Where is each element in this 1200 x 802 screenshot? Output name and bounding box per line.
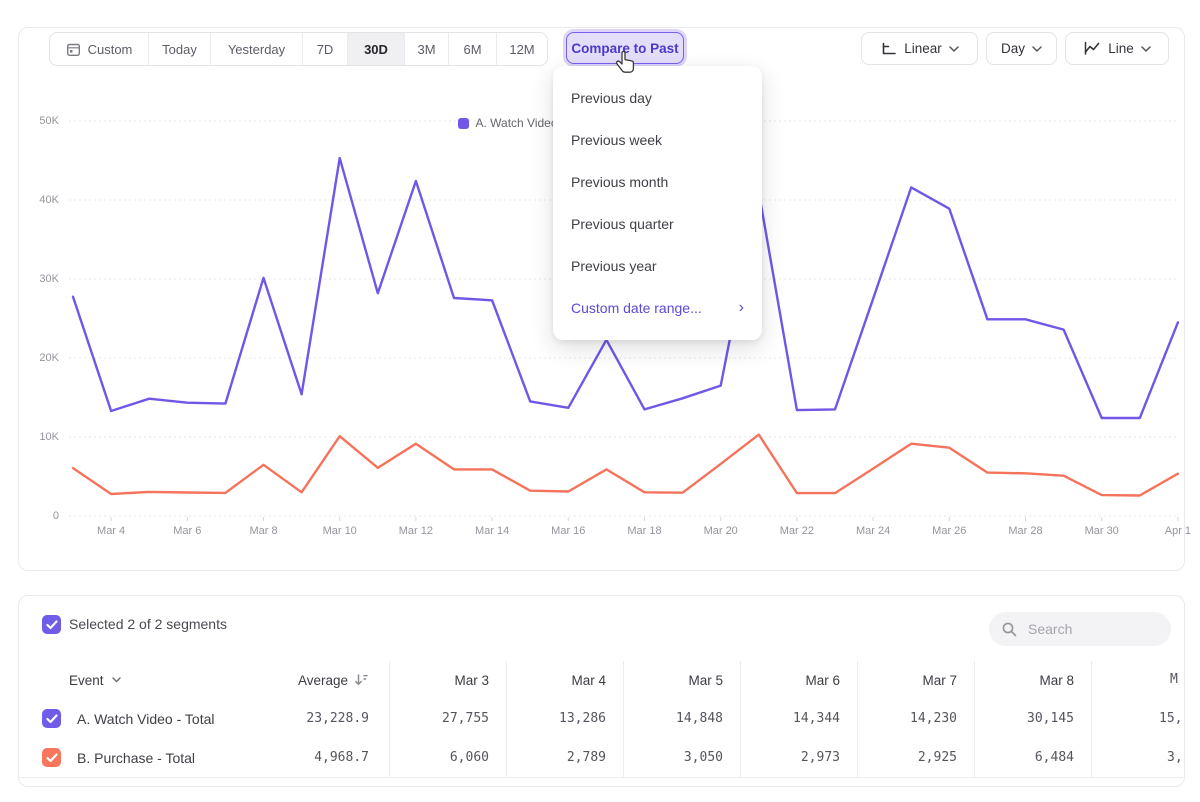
x-tick-label: Mar 4 xyxy=(84,525,138,537)
average-column-header[interactable]: Average xyxy=(241,673,389,688)
day-value: 2,925 xyxy=(918,750,957,765)
day-column-header[interactable]: Mar 3 xyxy=(389,661,506,699)
segments-table: Event Average Mar 3Mar 4Mar 5Mar 6Mar 7M… xyxy=(19,661,1185,777)
menu-item-previous-month[interactable]: Previous month xyxy=(553,161,762,203)
table-bottom-divider xyxy=(19,777,1185,778)
chevron-right-icon: › xyxy=(739,300,744,316)
segment-label: B. Purchase - Total xyxy=(77,750,195,766)
y-tick-label: 10K xyxy=(25,430,59,444)
x-tick-label: Mar 14 xyxy=(465,525,519,537)
day-value: 2,973 xyxy=(801,750,840,765)
y-tick-label: 30K xyxy=(25,272,59,286)
day-value: 27,755 xyxy=(442,711,489,726)
search-input[interactable] xyxy=(1026,620,1146,638)
x-tick-label: Mar 26 xyxy=(922,525,976,537)
segment-label: A. Watch Video - Total xyxy=(77,711,214,727)
clipped-day-value: 15, xyxy=(1159,711,1182,726)
clipped-day-value: 3, xyxy=(1167,750,1183,765)
x-tick-label: Mar 28 xyxy=(999,525,1053,537)
chevron-down-icon xyxy=(112,677,121,683)
menu-item-custom-date-range[interactable]: Custom date range... › xyxy=(553,287,762,329)
search-icon xyxy=(1001,621,1018,638)
menu-item-previous-quarter[interactable]: Previous quarter xyxy=(553,203,762,245)
table-row: A. Watch Video - Total 23,228.9 27,755 13,2… xyxy=(19,699,1185,738)
day-value: 13,286 xyxy=(559,711,606,726)
table-row: B. Purchase - Total 4,968.7 6,060 2,789 3,05… xyxy=(19,738,1185,777)
insights-report-page: CustomTodayYesterday7D30D3M6M12M Compare… xyxy=(0,0,1200,802)
average-value: 4,968.7 xyxy=(314,750,369,765)
day-column-header[interactable]: Mar 5 xyxy=(623,661,740,699)
x-tick-label: Mar 8 xyxy=(237,525,291,537)
segment-checkbox[interactable] xyxy=(42,709,61,728)
day-value: 14,848 xyxy=(676,711,723,726)
segments-summary-label: Selected 2 of 2 segments xyxy=(69,616,227,633)
y-tick-label: 20K xyxy=(25,351,59,365)
x-tick-label: Mar 24 xyxy=(846,525,900,537)
day-value: 14,230 xyxy=(910,711,957,726)
day-value: 14,344 xyxy=(793,711,840,726)
search-field[interactable] xyxy=(989,612,1171,646)
day-value: 30,145 xyxy=(1027,711,1074,726)
x-tick-label: Apr 1 xyxy=(1151,525,1200,537)
x-tick-label: Mar 22 xyxy=(770,525,824,537)
x-tick-label: Mar 10 xyxy=(313,525,367,537)
menu-item-previous-week[interactable]: Previous week xyxy=(553,119,762,161)
segments-summary-row: Selected 2 of 2 segments xyxy=(19,610,1184,650)
x-tick-label: Mar 16 xyxy=(541,525,595,537)
x-tick-label: Mar 12 xyxy=(389,525,443,537)
series-line-b-purchase-total[interactable] xyxy=(73,435,1178,496)
day-column-header[interactable]: Mar 8 xyxy=(974,661,1091,699)
legend-swatch xyxy=(458,118,469,129)
day-column-header[interactable]: Mar 6 xyxy=(740,661,857,699)
y-tick-label: 40K xyxy=(25,193,59,207)
day-value: 3,050 xyxy=(684,750,723,765)
custom-date-range-label: Custom date range... xyxy=(571,300,702,316)
segment-checkbox[interactable] xyxy=(42,748,61,767)
average-value: 23,228.9 xyxy=(306,711,369,726)
day-column-header[interactable]: Mar 7 xyxy=(857,661,974,699)
day-value: 6,484 xyxy=(1035,750,1074,765)
x-tick-label: Mar 20 xyxy=(694,525,748,537)
select-all-checkbox[interactable] xyxy=(42,615,61,634)
menu-item-previous-day[interactable]: Previous day xyxy=(553,77,762,119)
menu-item-previous-year[interactable]: Previous year xyxy=(553,245,762,287)
x-tick-label: Mar 6 xyxy=(160,525,214,537)
day-value: 2,789 xyxy=(567,750,606,765)
event-column-header[interactable]: Event xyxy=(19,673,241,688)
y-tick-label: 0 xyxy=(25,509,59,523)
day-value: 6,060 xyxy=(450,750,489,765)
clipped-day-header: M xyxy=(1170,672,1178,687)
event-header-label: Event xyxy=(69,673,104,688)
table-header-row: Event Average Mar 3Mar 4Mar 5Mar 6Mar 7M… xyxy=(19,661,1185,699)
segments-table-card: Selected 2 of 2 segments Event Average xyxy=(18,595,1185,787)
compare-to-past-menu: Previous dayPrevious weekPrevious monthP… xyxy=(553,66,762,340)
sort-descending-icon xyxy=(354,673,369,687)
average-header-label: Average xyxy=(298,673,348,688)
day-column-header[interactable]: Mar 4 xyxy=(506,661,623,699)
x-tick-label: Mar 18 xyxy=(618,525,672,537)
x-tick-label: Mar 30 xyxy=(1075,525,1129,537)
